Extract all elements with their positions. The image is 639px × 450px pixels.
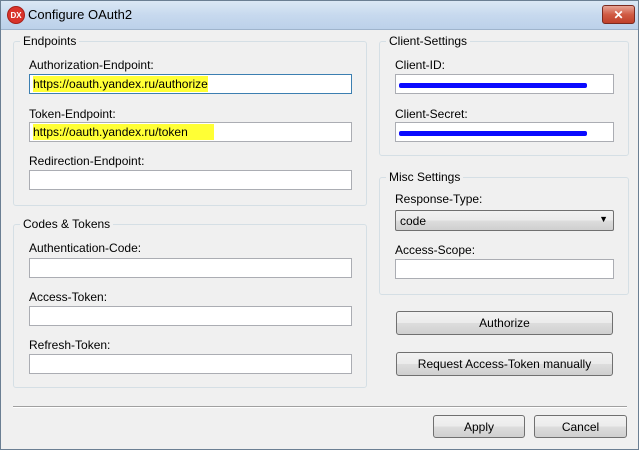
codes-tokens-group-title: Codes & Tokens <box>20 217 114 231</box>
authorization-endpoint-label: Authorization-Endpoint: <box>29 58 154 72</box>
refresh-token-input[interactable] <box>29 354 352 374</box>
client-settings-group: Client-Settings Client-ID: Client-Secret… <box>379 34 629 156</box>
access-scope-label: Access-Scope: <box>395 243 476 257</box>
authorization-endpoint-value: https://oauth.yandex.ru/authorize <box>33 76 208 92</box>
endpoints-group-title: Endpoints <box>20 34 80 48</box>
codes-tokens-group: Codes & Tokens Authentication-Code: Acce… <box>13 217 367 388</box>
token-endpoint-input[interactable]: https://oauth.yandex.ru/token <box>29 122 352 142</box>
apply-button[interactable]: Apply <box>433 415 525 438</box>
response-type-value: code <box>400 214 427 228</box>
token-endpoint-value: https://oauth.yandex.ru/token <box>33 124 214 140</box>
access-token-label: Access-Token: <box>29 290 108 304</box>
token-endpoint-label: Token-Endpoint: <box>29 107 116 121</box>
client-secret-input[interactable] <box>395 122 614 142</box>
window-title: Configure OAuth2 <box>28 7 133 22</box>
client-id-redaction <box>399 83 587 88</box>
authorization-endpoint-input[interactable]: https://oauth.yandex.ru/authorize <box>29 74 352 94</box>
redirection-endpoint-input[interactable] <box>29 170 352 190</box>
response-type-select[interactable]: code ▼ <box>395 210 614 231</box>
app-logo-icon: DX <box>7 6 25 24</box>
access-token-input[interactable] <box>29 306 352 326</box>
client-settings-group-title: Client-Settings <box>386 34 471 48</box>
client-secret-redaction <box>399 131 587 136</box>
cancel-button-label: Cancel <box>561 419 600 434</box>
endpoints-group: Endpoints Authorization-Endpoint: https:… <box>13 34 367 206</box>
redirection-endpoint-label: Redirection-Endpoint: <box>29 154 145 168</box>
authentication-code-label: Authentication-Code: <box>29 241 142 255</box>
authorize-button[interactable]: Authorize <box>396 311 613 335</box>
configure-oauth2-dialog: DX Configure OAuth2 ✕ Endpoints Authoriz… <box>0 0 639 450</box>
close-button[interactable]: ✕ <box>602 5 635 24</box>
title-bar[interactable]: DX Configure OAuth2 ✕ <box>1 1 638 30</box>
footer-separator <box>13 406 627 408</box>
close-icon: ✕ <box>613 7 624 22</box>
chevron-down-icon: ▼ <box>599 214 608 224</box>
response-type-label: Response-Type: <box>395 192 483 206</box>
request-access-token-button[interactable]: Request Access-Token manually <box>396 352 613 376</box>
client-id-input[interactable] <box>395 74 614 94</box>
request-access-token-button-label: Request Access-Token manually <box>417 357 592 371</box>
misc-settings-group: Misc Settings Response-Type: code ▼ Acce… <box>379 170 629 295</box>
access-scope-input[interactable] <box>395 259 614 279</box>
authorize-button-label: Authorize <box>479 316 530 330</box>
apply-button-label: Apply <box>463 419 495 434</box>
refresh-token-label: Refresh-Token: <box>29 338 111 352</box>
authentication-code-input[interactable] <box>29 258 352 278</box>
client-secret-label: Client-Secret: <box>395 107 468 121</box>
cancel-button[interactable]: Cancel <box>534 415 627 438</box>
misc-settings-group-title: Misc Settings <box>386 170 464 184</box>
client-id-label: Client-ID: <box>395 58 446 72</box>
